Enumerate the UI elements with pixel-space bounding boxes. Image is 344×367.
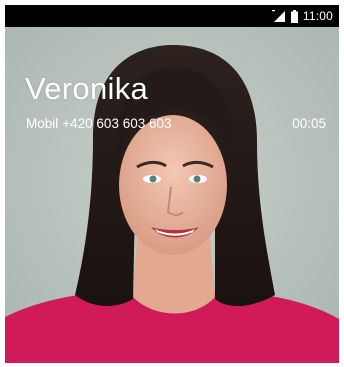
status-bar: 11:00 [5,5,339,27]
status-time: 11:00 [302,9,333,23]
in-call-screen: 11:00 Veronika Mobil +420 603 603 603 00… [5,5,339,363]
phone-number: +420 603 603 603 [62,116,172,131]
call-duration: 00:05 [292,116,326,131]
number-type-label: Mobil [26,116,59,131]
caller-number-line: Mobil +420 603 603 603 [26,116,172,131]
caller-name: Veronika [25,71,149,106]
status-icons: 11:00 [271,7,333,25]
signal-icon [271,10,285,22]
battery-icon [290,9,298,23]
